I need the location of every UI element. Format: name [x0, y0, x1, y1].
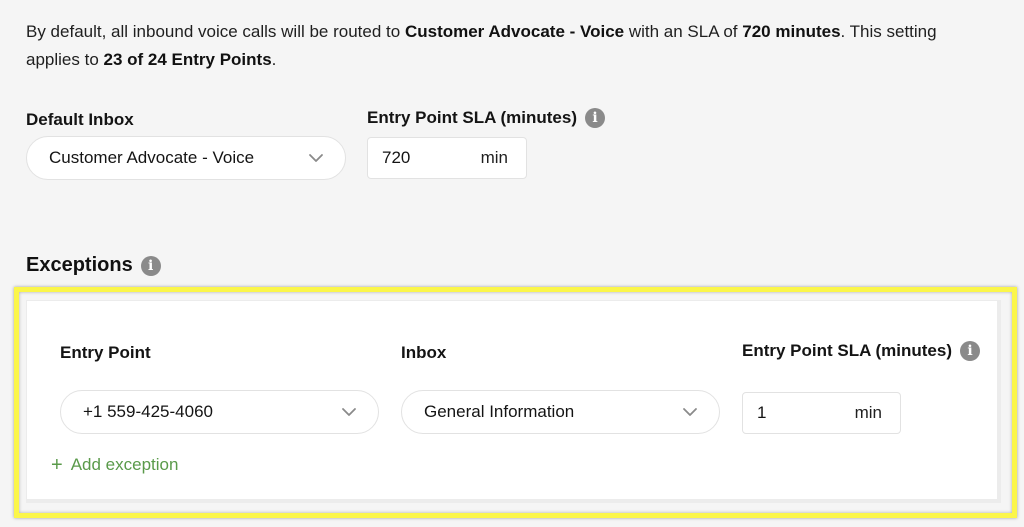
info-icon[interactable]: i	[960, 341, 980, 361]
column-header-text: Inbox	[401, 343, 447, 362]
add-exception-button[interactable]: + Add exception	[51, 455, 178, 475]
default-sla-unit: min	[480, 148, 508, 167]
chevron-down-icon	[342, 408, 356, 416]
plus-icon: +	[51, 454, 63, 476]
default-inbox-select[interactable]: Customer Advocate - Voice	[26, 136, 346, 180]
add-exception-label: Add exception	[70, 455, 179, 474]
routing-description: By default, all inbound voice calls will…	[26, 18, 986, 74]
default-inbox-label-text: Default Inbox	[26, 110, 134, 129]
inbox-value: General Information	[424, 402, 575, 421]
info-icon[interactable]: i	[585, 108, 605, 128]
description-text: By default, all inbound voice calls will…	[26, 22, 405, 41]
column-header-sla: Entry Point SLA (minutes) i	[742, 341, 980, 361]
default-inbox-name: Customer Advocate - Voice	[404, 22, 625, 41]
exceptions-heading: Exceptions i	[26, 254, 161, 277]
description-text: .	[271, 50, 277, 69]
entry-point-value: +1 559-425-4060	[83, 402, 213, 421]
column-header-inbox: Inbox	[401, 343, 446, 363]
exception-sla-unit: min	[854, 403, 882, 422]
description-text: with an SLA of	[624, 22, 743, 41]
default-sla-label: Entry Point SLA (minutes) i	[367, 108, 605, 128]
default-sla-input-value: 720	[382, 148, 411, 167]
default-sla-label-text: Entry Point SLA (minutes)	[367, 108, 577, 127]
info-icon[interactable]: i	[140, 255, 161, 276]
chevron-down-icon	[309, 154, 323, 162]
column-header-entry-point: Entry Point	[60, 343, 151, 363]
default-sla-input[interactable]: 720 min	[367, 137, 527, 179]
default-inbox-label: Default Inbox	[26, 110, 134, 130]
applies-count: 23 of 24 Entry Points	[103, 50, 272, 69]
exceptions-heading-text: Exceptions	[26, 254, 133, 276]
default-sla-value: 720 minutes	[742, 22, 841, 41]
column-header-text: Entry Point SLA (minutes)	[742, 341, 952, 360]
default-inbox-value: Customer Advocate - Voice	[49, 148, 255, 167]
entry-point-select[interactable]: +1 559-425-4060	[60, 390, 379, 434]
column-header-text: Entry Point	[60, 343, 151, 362]
exception-sla-value: 1	[757, 403, 767, 422]
exception-sla-input[interactable]: 1 min	[742, 392, 901, 434]
inbox-select[interactable]: General Information	[401, 390, 720, 434]
chevron-down-icon	[683, 408, 697, 416]
